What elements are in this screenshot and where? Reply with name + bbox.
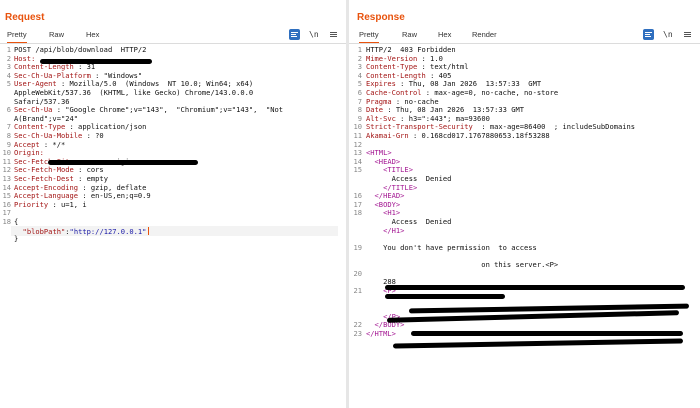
line-number: 6: [6, 105, 11, 115]
newline-toggle-icon[interactable]: \n: [309, 29, 320, 40]
request-tab-raw[interactable]: Raw: [49, 30, 64, 39]
code-line: You don't have permission to access: [366, 242, 537, 253]
line-text: You don't have permission to access: [366, 242, 537, 252]
redacted-url-2: [385, 294, 505, 299]
json-key: "blobPath": [22, 226, 66, 236]
response-tab-divider: [349, 43, 700, 44]
line-number: 5: [6, 79, 11, 89]
redacted-host: [40, 59, 152, 64]
text-caret: [148, 226, 150, 235]
redacted-url-1: [385, 285, 685, 290]
response-tab-render[interactable]: Render: [472, 30, 497, 39]
header-key: Priority: [14, 199, 49, 209]
code-line: Akamai-Grn : 0.168cd017.1767880653.18f53…: [366, 131, 550, 141]
code-line: on this server.<P>: [366, 260, 559, 270]
response-tab-pretty[interactable]: Pretty: [359, 30, 379, 44]
header-value: : en-US,en;q=0.9: [78, 191, 151, 201]
newline-toggle-icon[interactable]: \n: [663, 29, 674, 40]
json-value: "http://127.0.0.1": [69, 226, 147, 236]
line-number: 19: [353, 242, 362, 252]
request-tab-pretty[interactable]: Pretty: [7, 30, 27, 44]
wrap-lines-icon[interactable]: [289, 29, 300, 40]
wrap-lines-icon[interactable]: [643, 29, 654, 40]
line-number: 23: [353, 328, 362, 338]
request-panel: Request Pretty Raw Hex \n 1 POST /api/blo…: [0, 0, 346, 408]
header-value: : max-age=0, no-cache, no-store: [421, 88, 559, 97]
code-line: }: [14, 234, 18, 244]
response-title: Response: [357, 12, 405, 23]
redacted-reference-1: [411, 331, 683, 336]
line-number: 18: [2, 217, 11, 226]
html-tag: </HTML>: [366, 328, 396, 338]
line-number: 18: [353, 208, 362, 218]
request-tab-hex[interactable]: Hex: [86, 30, 99, 39]
request-tab-divider: [0, 43, 346, 44]
redacted-origin: [48, 160, 198, 165]
code-line: </HTML>: [366, 328, 396, 339]
code-line: </H1>: [366, 225, 405, 236]
menu-icon[interactable]: [682, 29, 693, 40]
request-title: Request: [5, 12, 45, 23]
redacted-reference-2: [392, 338, 684, 349]
header-value: : u=1, i: [48, 199, 87, 209]
code-line: {: [14, 217, 19, 227]
menu-icon[interactable]: [328, 29, 339, 40]
code-line: Priority : u=1, i: [14, 199, 87, 210]
line-text: {: [14, 217, 19, 226]
line-number: 15: [353, 165, 362, 175]
html-tag: </H1>: [366, 225, 405, 235]
response-panel: Response Pretty Raw Hex Render \n 1 HTTP/…: [349, 0, 700, 408]
line-text: on this server.<P>: [366, 260, 559, 269]
response-tab-hex[interactable]: Hex: [438, 30, 451, 39]
header-key: Akamai-Grn: [366, 131, 409, 140]
line-number: 20: [353, 268, 362, 278]
line-number: 21: [353, 285, 362, 295]
response-tab-raw[interactable]: Raw: [402, 30, 417, 39]
json-body-line[interactable]: "blobPath":"http://127.0.0.1": [14, 226, 150, 237]
header-value: : 0.168cd017.1767880653.18f53288: [408, 131, 550, 140]
header-value: : ?0: [82, 131, 104, 140]
header-value: : "Google Chrome";v="143", "Chromium";v=…: [52, 105, 284, 115]
